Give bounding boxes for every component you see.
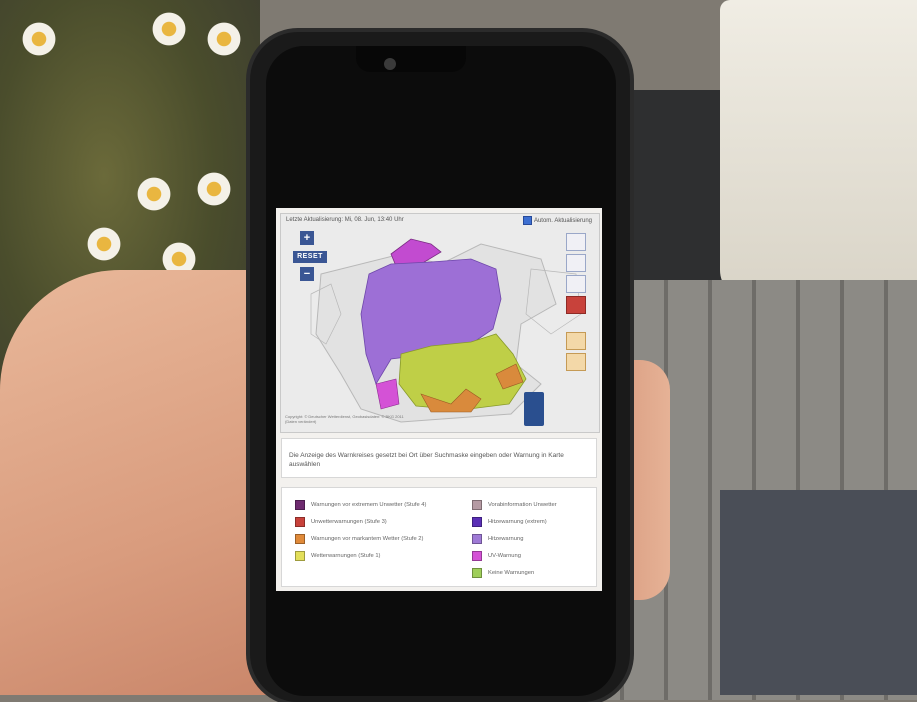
legend-item: Wetterwarnungen (Stufe 1) xyxy=(295,551,381,561)
flower xyxy=(205,20,243,58)
legend-label: Hitzewarnung xyxy=(488,536,524,542)
legend-label: Warnungen vor extremem Unwetter (Stufe 4… xyxy=(311,502,427,508)
flower xyxy=(20,20,58,58)
dark-table xyxy=(720,490,917,695)
legend-item: Hitzewarnung (extrem) xyxy=(472,517,547,527)
warning-level-tool-icon[interactable] xyxy=(566,296,586,314)
dwd-logo-icon xyxy=(524,392,544,426)
map-topbar: Letzte Aktualisierung: Mi, 08. Jun, 13:4… xyxy=(284,215,596,227)
white-cushion xyxy=(720,0,917,300)
legend-label: Keine Warnungen xyxy=(488,570,535,576)
legend-swatch xyxy=(472,534,482,544)
region-tool-icon[interactable] xyxy=(566,332,586,350)
last-update-text: Letzte Aktualisierung: Mi, 08. Jun, 13:4… xyxy=(286,217,404,223)
zoom-in-button[interactable]: + xyxy=(300,231,314,245)
legend-item: Warnungen vor markantem Wetter (Stufe 2) xyxy=(295,534,423,544)
hint-box: Die Anzeige des Warnkreises gesetzt bei … xyxy=(281,438,597,478)
pressure-tool-icon[interactable] xyxy=(566,353,586,371)
legend-label: Unwetterwarnungen (Stufe 3) xyxy=(311,519,387,525)
legend-swatch xyxy=(472,568,482,578)
legend-swatch xyxy=(472,517,482,527)
legend-label: UV-Warnung xyxy=(488,553,521,559)
reset-button[interactable]: RESET xyxy=(293,251,327,263)
flower xyxy=(150,10,188,48)
layer-tool-icon[interactable] xyxy=(566,233,586,251)
legend-label: Vorabinformation Unwetter xyxy=(488,502,557,508)
legend-box: Warnungen vor extremem Unwetter (Stufe 4… xyxy=(281,487,597,587)
legend-item: Warnungen vor extremem Unwetter (Stufe 4… xyxy=(295,500,426,510)
phone-notch xyxy=(356,46,466,72)
legend-label: Wetterwarnungen (Stufe 1) xyxy=(311,553,381,559)
info-tool-icon[interactable] xyxy=(566,275,586,293)
legend-swatch xyxy=(295,517,305,527)
legend-swatch xyxy=(295,500,305,510)
checkbox-icon[interactable] xyxy=(522,216,532,225)
map-copyright: Copyright: © Deutscher Wetterdienst, Geo… xyxy=(285,414,404,424)
auto-refresh-toggle[interactable]: Autom. Aktualisierung xyxy=(522,216,592,225)
flower xyxy=(85,225,123,263)
germany-warning-map[interactable] xyxy=(281,214,599,432)
legend-swatch xyxy=(472,551,482,561)
legend-label: Warnungen vor markantem Wetter (Stufe 2) xyxy=(311,536,424,542)
legend-item: Hitzewarnung xyxy=(472,534,523,544)
flower xyxy=(135,175,173,213)
legend-label: Hitzewarnung (extrem) xyxy=(488,519,547,525)
legend-swatch xyxy=(295,534,305,544)
legend-item: UV-Warnung xyxy=(472,551,521,561)
warning-map-panel xyxy=(280,213,600,433)
flower xyxy=(195,170,233,208)
zoom-out-button[interactable]: − xyxy=(300,267,314,281)
camera-icon xyxy=(384,58,396,70)
auto-refresh-label: Autom. Aktualisierung xyxy=(533,217,592,224)
legend-swatch xyxy=(472,500,482,510)
legend-swatch xyxy=(295,551,305,561)
temperature-tool-icon[interactable] xyxy=(566,254,586,272)
legend-item: Unwetterwarnungen (Stufe 3) xyxy=(295,517,387,527)
hint-text: Die Anzeige des Warnkreises gesetzt bei … xyxy=(289,452,564,468)
legend-item: Keine Warnungen xyxy=(472,568,534,578)
legend-item: Vorabinformation Unwetter xyxy=(472,500,557,510)
